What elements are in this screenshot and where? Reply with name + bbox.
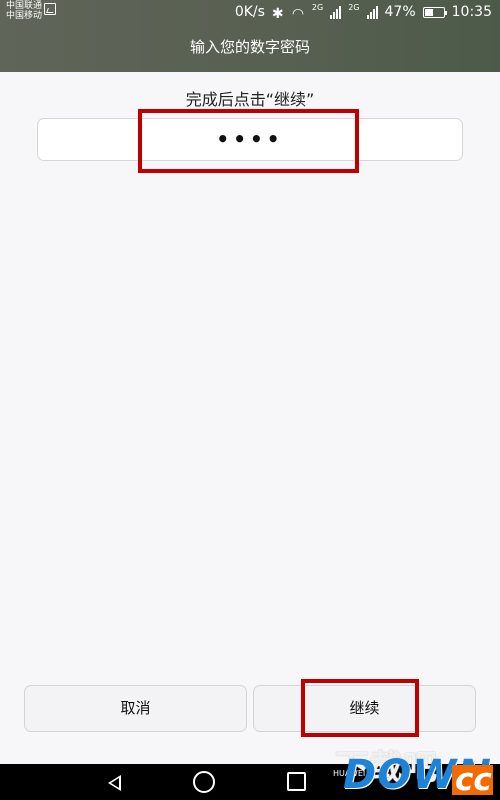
- battery-icon: [422, 6, 447, 18]
- network-label-2: 2G: [348, 2, 360, 12]
- battery-percent: 47%: [384, 4, 416, 20]
- battery-level: [424, 8, 433, 16]
- recent-apps-icon[interactable]: [287, 772, 306, 791]
- network-label-1: 2G: [311, 2, 324, 12]
- cancel-button[interactable]: 取消: [24, 685, 247, 732]
- watermark-logo-suffix: cc: [452, 765, 493, 796]
- signal-icon-2: [366, 5, 378, 19]
- screenshot-icon: [44, 3, 56, 15]
- home-icon[interactable]: [193, 771, 215, 793]
- pin-highlight-box: [138, 109, 359, 173]
- signal-icon-1: [330, 5, 342, 19]
- instruction-text: 完成后点击“继续”: [185, 90, 315, 109]
- carrier-primary: 中国联通: [6, 1, 43, 11]
- network-speed: 0K/s: [234, 4, 265, 20]
- back-icon[interactable]: [104, 771, 126, 793]
- wifi-icon: ◠: [291, 5, 305, 22]
- status-icons: 0K/s ✱ ◠ 2G 2G 47% 10:35: [235, 2, 492, 22]
- bluetooth-icon: ✱: [271, 5, 284, 22]
- status-time: 10:35: [451, 4, 492, 20]
- carrier-info: 中国联通 中国移动: [6, 1, 42, 21]
- site-watermark: 下载吧 HUAWEI DOWN. cc: [333, 740, 493, 796]
- top-header: 中国联通 中国移动 0K/s ✱ ◠ 2G 2G 47% 10:35 输入您的数…: [0, 0, 500, 72]
- page-title: 输入您的数字密码: [189, 38, 310, 56]
- continue-highlight-box: [301, 679, 419, 737]
- carrier-secondary: 中国移动: [6, 11, 43, 21]
- status-bar: 中国联通 中国移动 0K/s ✱ ◠ 2G 2G 47% 10:35: [0, 0, 500, 24]
